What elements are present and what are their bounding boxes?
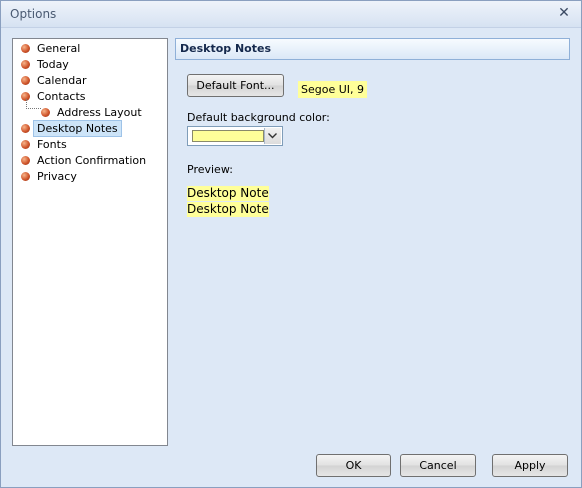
background-color-label: Default background color: <box>187 111 330 124</box>
font-value: Segoe UI, 9 <box>298 81 368 98</box>
bullet-icon <box>21 76 30 85</box>
tree-item-label: Action Confirmation <box>37 154 147 167</box>
bullet-icon <box>21 124 30 133</box>
bullet-icon <box>41 108 50 117</box>
tree-item-label: Contacts <box>37 90 86 103</box>
cancel-button[interactable]: Cancel <box>400 454 476 477</box>
preview-label: Preview: <box>187 163 233 176</box>
tree-item-fonts[interactable]: Fonts <box>13 137 163 152</box>
tree-item-desktop-notes[interactable]: Desktop Notes <box>13 120 163 137</box>
tree-item-calendar[interactable]: Calendar <box>13 73 163 88</box>
panel-title: Desktop Notes <box>180 42 272 55</box>
tree-item-privacy[interactable]: Privacy <box>13 169 163 184</box>
tree-item-today[interactable]: Today <box>13 57 163 72</box>
tree-item-label: Desktop Notes <box>33 120 122 137</box>
background-color-dropdown[interactable] <box>187 126 283 146</box>
options-tree: General Today Calendar Contacts Address … <box>12 38 168 446</box>
bullet-icon <box>21 172 30 181</box>
bullet-icon <box>21 140 30 149</box>
tree-item-general[interactable]: General <box>13 41 163 56</box>
color-swatch <box>192 130 264 142</box>
tree-item-label: Address Layout <box>57 106 142 119</box>
preview-note-line: Desktop Note <box>187 202 269 217</box>
default-font-button[interactable]: Default Font... <box>187 74 284 97</box>
tree-item-label: Today <box>37 58 69 71</box>
tree-item-label: Privacy <box>37 170 77 183</box>
bullet-icon <box>21 60 30 69</box>
window-title: Options <box>10 7 57 21</box>
tree-item-action-confirmation[interactable]: Action Confirmation <box>13 153 163 168</box>
tree-item-label: Fonts <box>37 138 67 151</box>
options-dialog: Options ✕ General Today Calendar Contact… <box>0 0 582 488</box>
tree-item-label: Calendar <box>37 74 87 87</box>
title-bar: Options ✕ <box>1 1 581 28</box>
bullet-icon <box>21 156 30 165</box>
preview-note-line: Desktop Note <box>187 186 269 201</box>
bullet-icon <box>21 44 30 53</box>
close-icon[interactable]: ✕ <box>555 4 573 22</box>
panel-header: Desktop Notes <box>175 38 570 60</box>
apply-button[interactable]: Apply <box>492 454 568 477</box>
tree-item-label: General <box>37 42 81 55</box>
tree-item-address-layout[interactable]: Address Layout <box>13 105 163 120</box>
chevron-down-icon[interactable] <box>264 128 281 144</box>
ok-button[interactable]: OK <box>316 454 391 477</box>
